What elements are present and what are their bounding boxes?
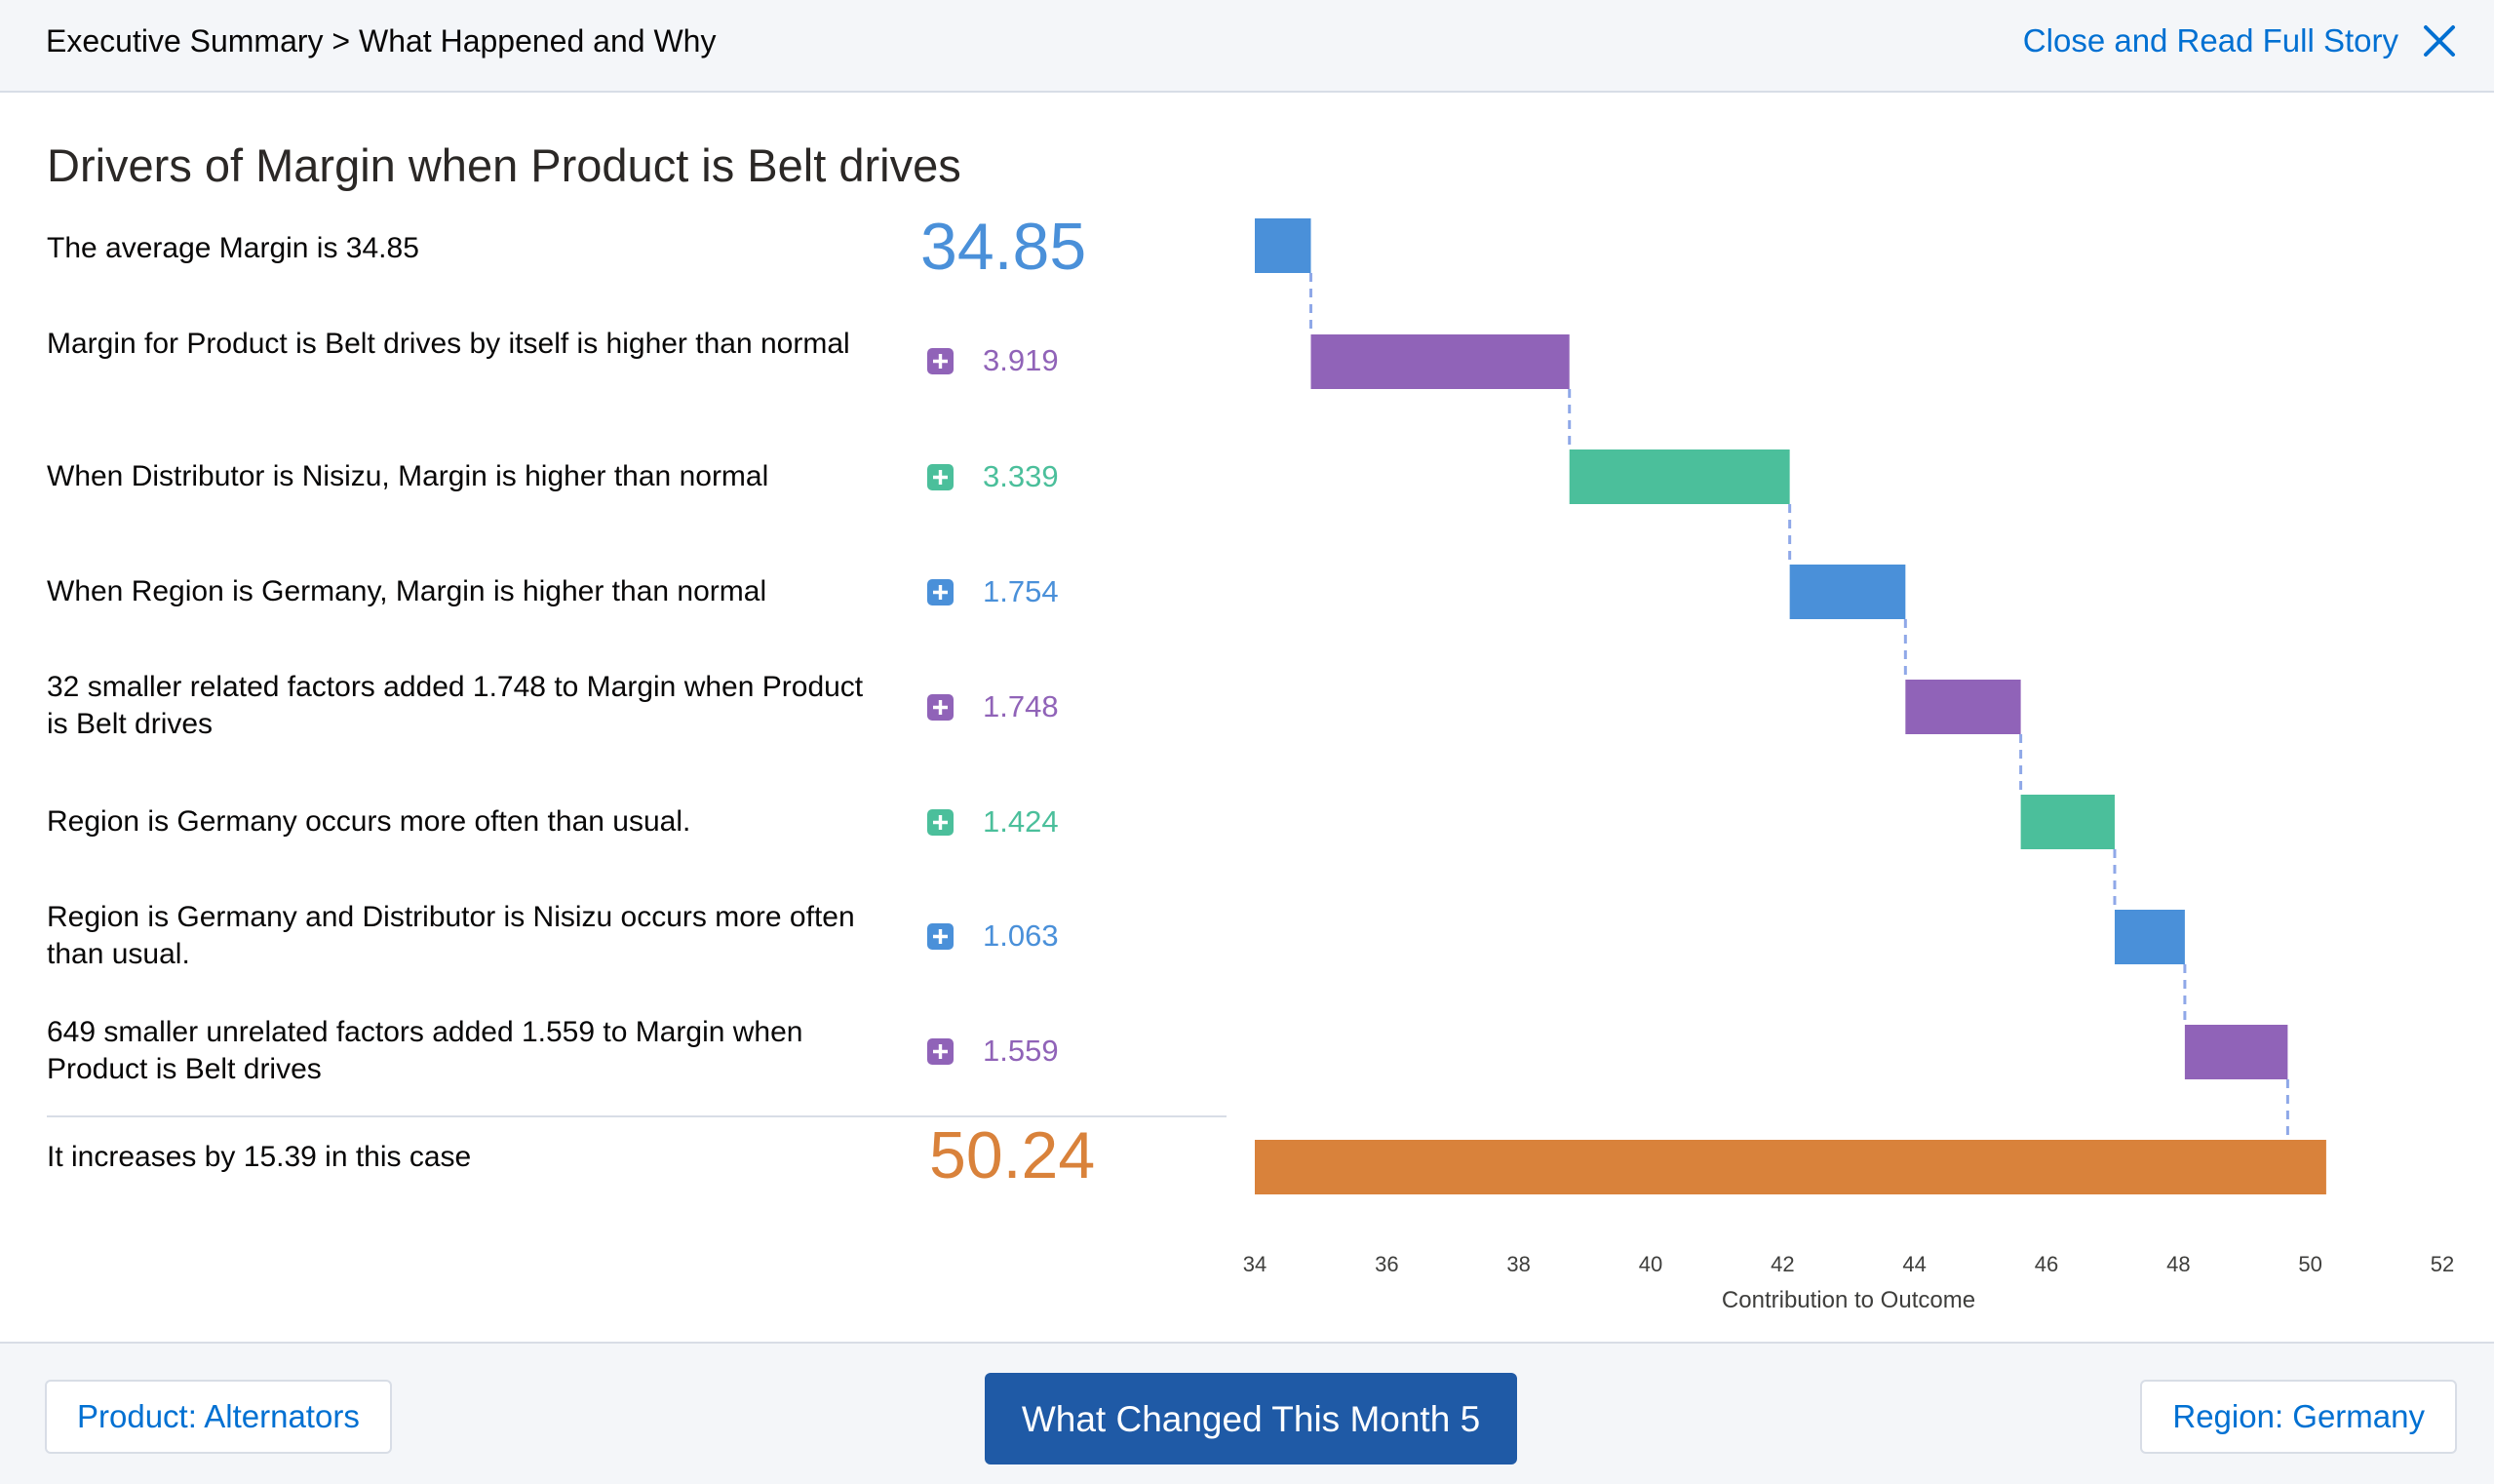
total-label: It increases by 15.39 in this case [47,1141,472,1173]
average-bar [1255,218,1311,273]
factor-value: 1.559 [983,1034,1059,1068]
average-label: The average Margin is 34.85 [47,232,419,264]
plus-icon [927,694,954,721]
factor-label: 649 smaller unrelated factors added 1.55… [47,1016,803,1085]
waterfall-bar [1310,334,1570,389]
factor-value: 1.754 [983,574,1059,608]
total-row: It increases by 15.39 in this case 50.24 [47,1118,1227,1199]
factor-label: Margin for Product is Belt drives by its… [47,328,850,360]
previous-story-button[interactable]: Product: Alternators [45,1380,392,1454]
factor-row: Region is Germany occurs more often than… [47,784,1227,862]
factor-label: 32 smaller related factors added 1.748 t… [47,671,864,740]
x-tick-label: 48 [2166,1252,2190,1276]
x-tick-label: 46 [2035,1252,2058,1276]
factor-value: 3.919 [983,343,1059,377]
header-bar: Executive Summary > What Happened and Wh… [0,0,2494,93]
x-tick-label: 42 [1771,1252,1794,1276]
factor-value: 3.339 [983,459,1059,493]
factor-label: When Distributor is Nisizu, Margin is hi… [47,460,769,492]
total-bar [1255,1140,2326,1194]
x-tick-label: 38 [1506,1252,1530,1276]
close-icon[interactable] [2420,21,2459,60]
factor-label: Region is Germany occurs more often than… [47,805,691,838]
footer-bar: Product: Alternators What Changed This M… [0,1342,2494,1484]
average-row: The average Margin is 34.85 34.85 [47,210,1227,284]
factor-row: 649 smaller unrelated factors added 1.55… [47,1012,1227,1090]
factor-row: 32 smaller related factors added 1.748 t… [47,667,1227,745]
x-axis-label: Contribution to Outcome [1722,1287,1975,1313]
factor-row: When Distributor is Nisizu, Margin is hi… [47,439,1227,517]
plus-icon [927,464,954,490]
factor-label: When Region is Germany, Margin is higher… [47,575,767,607]
factor-value: 1.748 [983,689,1059,723]
factor-row: Region is Germany and Distributor is Nis… [47,897,1227,975]
page-title: Drivers of Margin when Product is Belt d… [47,139,961,191]
factor-label: Region is Germany and Distributor is Nis… [47,901,855,970]
x-tick-label: 50 [2298,1252,2321,1276]
waterfall-bar [1789,565,1906,619]
factor-row: Margin for Product is Belt drives by its… [47,322,1227,400]
close-label[interactable]: Close and Read Full Story [2023,22,2398,59]
close-and-read-link[interactable]: Close and Read Full Story [2023,21,2459,60]
waterfall-bar [2114,910,2185,964]
breadcrumb[interactable]: Executive Summary > What Happened and Wh… [46,23,716,59]
next-story-button[interactable]: Region: Germany [2140,1380,2457,1454]
plus-icon [927,579,954,605]
waterfall-bar [2020,795,2115,849]
waterfall-bar [2184,1025,2288,1079]
plus-icon [927,923,954,950]
waterfall-bar [1569,449,1790,504]
x-tick-label: 52 [2431,1252,2454,1276]
waterfall-bar [1905,680,2021,734]
plus-icon [927,1038,954,1065]
plus-icon [927,809,954,836]
x-tick-label: 44 [1902,1252,1926,1276]
total-value: 50.24 [929,1118,1096,1192]
what-changed-button[interactable]: What Changed This Month 5 [985,1373,1517,1464]
average-value: 34.85 [920,210,1087,284]
factor-row: When Region is Germany, Margin is higher… [47,554,1227,632]
factor-value: 1.063 [983,918,1059,953]
x-tick-label: 40 [1639,1252,1662,1276]
plus-icon [927,348,954,374]
x-tick-label: 34 [1243,1252,1266,1276]
factor-value: 1.424 [983,804,1059,839]
x-tick-label: 36 [1375,1252,1398,1276]
